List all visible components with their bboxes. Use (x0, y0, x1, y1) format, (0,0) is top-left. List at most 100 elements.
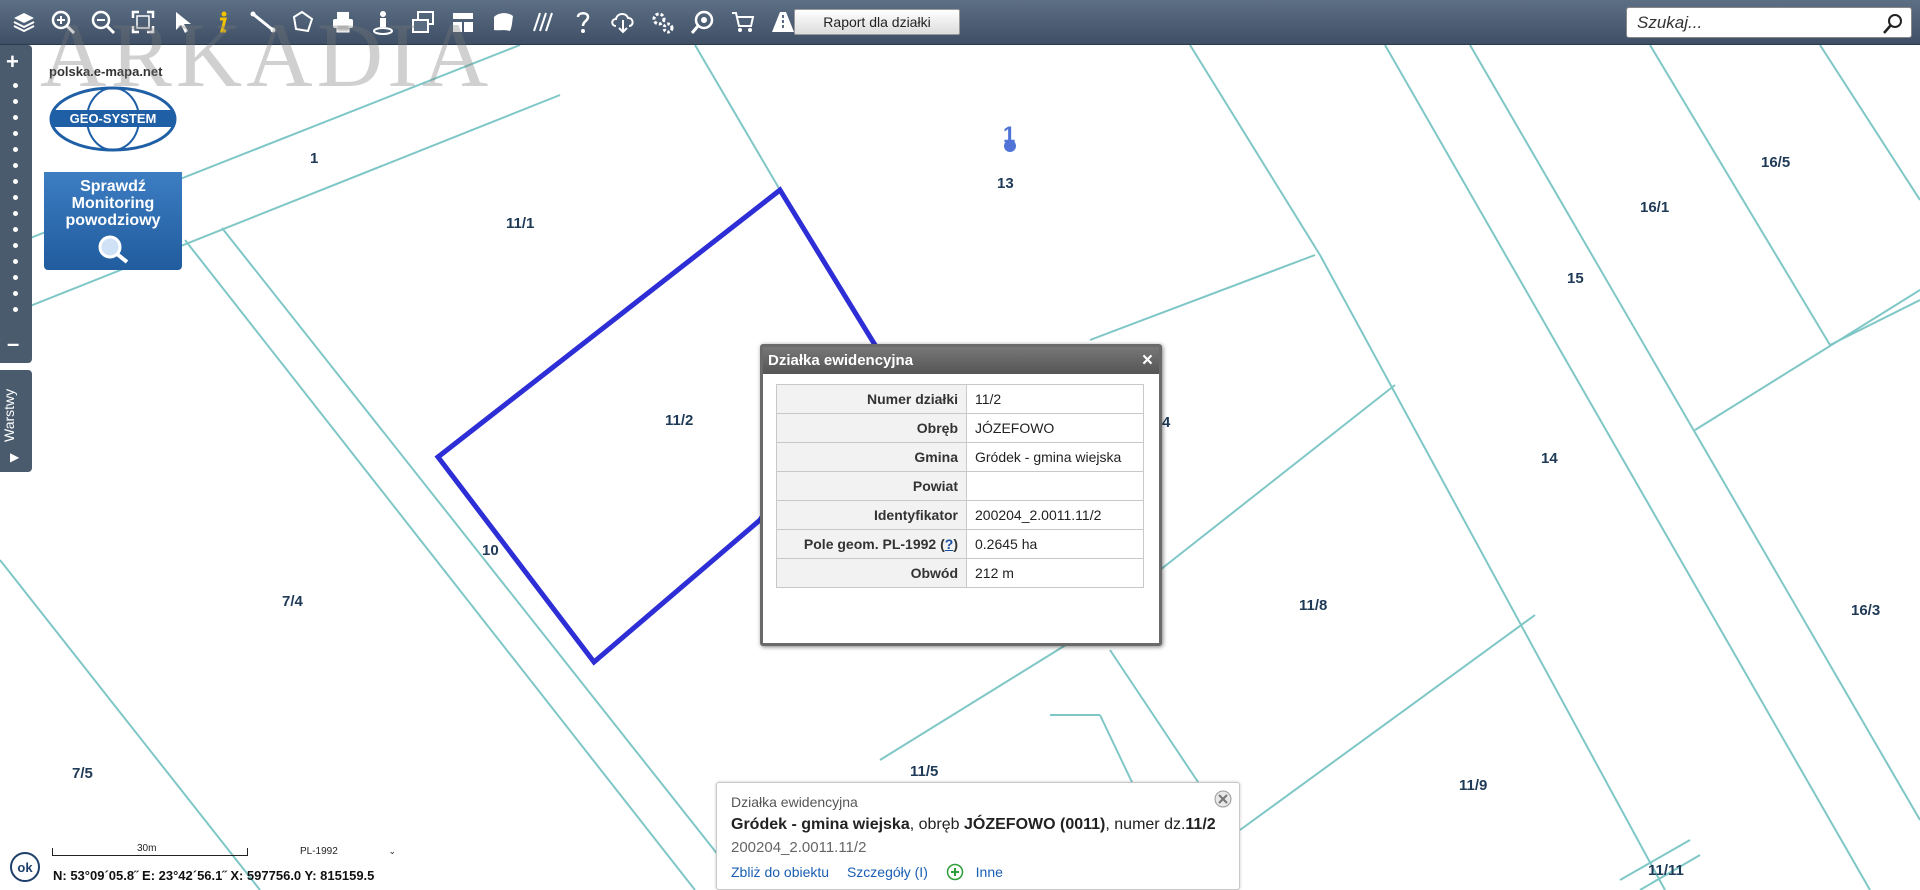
table-row: Obręb JÓZEFOWO (776, 413, 1144, 443)
print-icon[interactable] (328, 7, 358, 37)
point-marker-label: 1 (1003, 122, 1016, 147)
parcel-label[interactable]: 11/5 (910, 763, 938, 780)
table-row: Numer działki 11/2 (776, 384, 1144, 414)
zoom-in-button[interactable]: + (6, 49, 19, 75)
attribute-key: Obwód (776, 558, 967, 588)
zoom-level-dot[interactable] (13, 259, 18, 264)
zoom-level-dot[interactable] (13, 131, 18, 136)
layers-icon[interactable] (9, 7, 39, 37)
attribute-value: Gródek - gmina wiejska (966, 442, 1144, 472)
parcel-label[interactable]: 7/4 (282, 593, 303, 610)
cloud-download-icon[interactable] (608, 7, 638, 37)
table-row: Obwód 212 m (776, 558, 1144, 588)
parcel-label[interactable]: 15 (1567, 270, 1584, 287)
parcel-label[interactable]: 11/1 (506, 215, 534, 232)
toolbar: Raport dla działki (0, 0, 1920, 45)
zoom-level-dot[interactable] (13, 83, 18, 88)
measure-distance-icon[interactable] (248, 7, 278, 37)
expand-arrow-icon: ▶ (10, 450, 20, 464)
other-link[interactable]: Inne (976, 864, 1003, 880)
attribute-key: Numer działki (776, 384, 967, 414)
attribute-key: Gmina (776, 442, 967, 472)
zoom-level-dot[interactable] (13, 243, 18, 248)
details-link[interactable]: Szczegóły (I) (847, 864, 928, 880)
measure-area-icon[interactable] (288, 7, 318, 37)
parcel-label[interactable]: 11/9 (1459, 777, 1487, 794)
table-row: Identyfikator 200204_2.0011.11/2 (776, 500, 1144, 530)
magnifier-map-icon (98, 235, 129, 264)
pointer-icon[interactable] (168, 7, 198, 37)
zoom-out-icon[interactable] (88, 7, 118, 37)
info-numer: 11/2 (1185, 816, 1216, 833)
street-view-icon[interactable] (368, 7, 398, 37)
shape-icon[interactable] (488, 7, 518, 37)
zoom-slider[interactable]: + – (0, 45, 32, 363)
parcel-label[interactable]: 16/5 (1761, 154, 1790, 171)
parcel-label[interactable]: 14 (1541, 450, 1558, 467)
attribute-value: 212 m (966, 558, 1144, 588)
layers-tab-label: Warstwy (1, 388, 17, 442)
attribute-value: 0.2645 ha (966, 529, 1144, 559)
zoom-level-dot[interactable] (13, 179, 18, 184)
parcel-label[interactable]: 4 (1162, 414, 1170, 431)
ok-button[interactable]: ok (10, 852, 40, 882)
zoom-level-dot[interactable] (13, 147, 18, 152)
parcel-attributes-table: Numer działki 11/2 Obręb JÓZEFOWO Gmina … (776, 384, 1144, 588)
parcel-label[interactable]: 11/2 (665, 412, 693, 429)
search-icon[interactable] (1881, 12, 1905, 36)
layers-panel-tab[interactable]: Warstwy ▶ (0, 370, 32, 472)
full-extent-icon[interactable] (128, 7, 158, 37)
crs-select[interactable]: PL-1992 ⌄ (300, 846, 396, 860)
map-application: 1 11/1 11/2 10 7/4 7/5 13 15 16/1 16/5 1… (0, 0, 1920, 890)
zoom-to-object-link[interactable]: Zbliż do obiektu (731, 864, 829, 880)
table-row: Powiat (776, 471, 1144, 501)
zoom-level-dot[interactable] (13, 211, 18, 216)
info-title: Działka ewidencyjna (731, 794, 858, 810)
zoom-level-dot[interactable] (13, 195, 18, 200)
parcel-label[interactable]: 10 (482, 542, 499, 559)
parcel-label[interactable]: 11/11 (1648, 862, 1684, 879)
find-object-icon[interactable] (688, 7, 718, 37)
attribute-value: 200204_2.0011.11/2 (966, 500, 1144, 530)
zoom-level-dot[interactable] (13, 99, 18, 104)
search-input[interactable] (1637, 12, 1867, 34)
zoom-level-dot[interactable] (13, 227, 18, 232)
logo-brand-text: GEO-SYSTEM (70, 111, 157, 126)
area-help-link[interactable]: ? (945, 536, 954, 552)
attribute-key: Pole geom. PL-1992 (803, 536, 937, 552)
parcel-label[interactable]: 7/5 (72, 765, 93, 782)
table-row: Pole geom. PL-1992 (?) 0.2645 ha (776, 529, 1144, 559)
parcel-label[interactable]: 1 (310, 150, 318, 167)
zoom-level-dot[interactable] (13, 163, 18, 168)
logo-url-text: polska.e-mapa.net (49, 64, 163, 79)
info-links: Zbliż do obiektu Szczegóły (I) Inne (731, 863, 1017, 881)
zoom-level-dot[interactable] (13, 115, 18, 120)
popup-close-button[interactable]: × (1142, 350, 1153, 372)
attribute-value: JÓZEFOWO (966, 413, 1144, 443)
attribute-key: Obręb (776, 413, 967, 443)
zoom-out-button[interactable]: – (7, 331, 19, 357)
cart-icon[interactable] (728, 7, 758, 37)
zoom-level-dot[interactable] (13, 307, 18, 312)
zoom-level-dot[interactable] (13, 291, 18, 296)
zoom-in-icon[interactable] (48, 7, 78, 37)
parcel-label[interactable]: 16/3 (1851, 602, 1880, 619)
cursor-coordinates: N: 53°09´05.8˝ E: 23°42´56.1˝ X: 597756.… (53, 868, 375, 883)
parcel-label[interactable]: 13 (997, 175, 1014, 192)
zoom-level-dot[interactable] (13, 275, 18, 280)
info-gmina: Gródek - gmina wiejska (731, 816, 910, 833)
help-icon[interactable] (568, 7, 598, 37)
plus-circle-icon[interactable] (946, 863, 964, 881)
windows-icon[interactable] (408, 7, 438, 37)
hatch-icon[interactable] (528, 7, 558, 37)
geo-system-banner[interactable]: polska.e-mapa.net GEO-SYSTEM Sprawdź Mon… (44, 60, 182, 270)
parcel-label[interactable]: 11/8 (1299, 597, 1327, 614)
info-icon[interactable] (208, 7, 238, 37)
settings-gears-icon[interactable] (648, 7, 678, 37)
report-button[interactable]: Raport dla działki (794, 9, 960, 35)
parcel-label[interactable]: 16/1 (1640, 199, 1669, 216)
flood-monitoring-panel[interactable]: Sprawdź Monitoring powodziowy (44, 172, 182, 270)
attribute-key-area: Pole geom. PL-1992 (?) (776, 529, 967, 559)
close-icon[interactable] (1213, 789, 1233, 809)
layout-icon[interactable] (448, 7, 478, 37)
